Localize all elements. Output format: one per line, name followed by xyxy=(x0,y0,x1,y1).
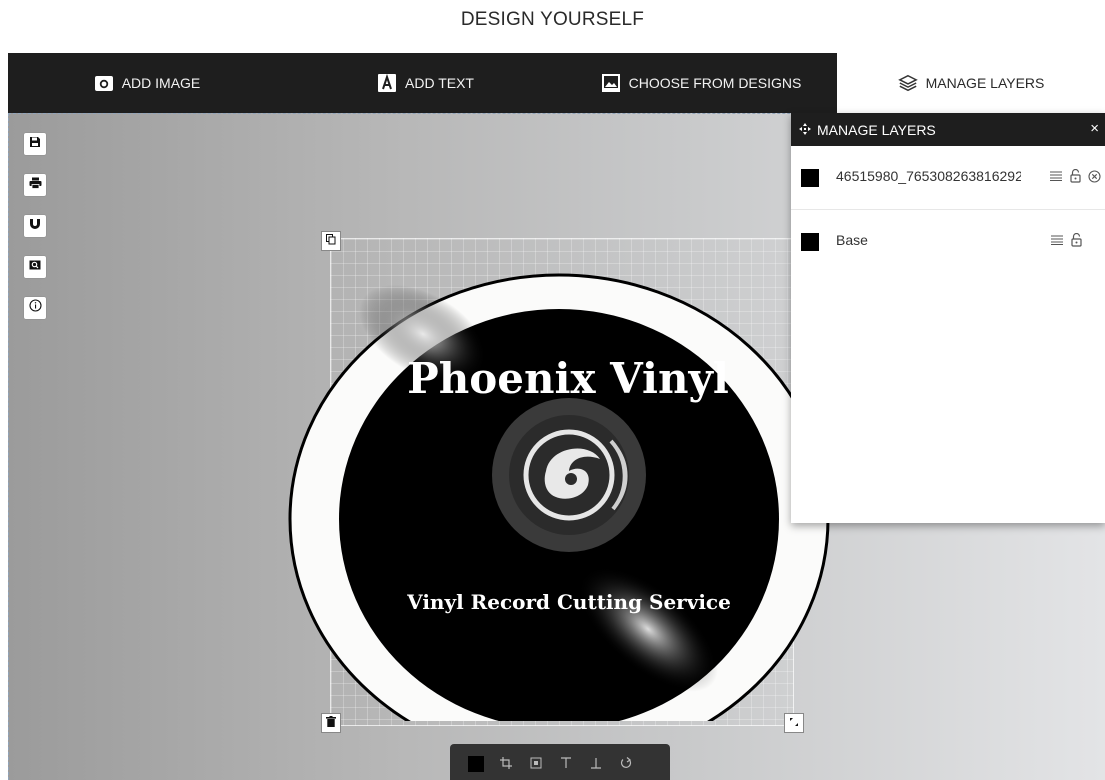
resize-handle[interactable] xyxy=(784,713,804,733)
layers-panel-header: MANAGE LAYERS × xyxy=(791,113,1105,146)
info-icon xyxy=(28,299,42,317)
remove-layer-icon[interactable] xyxy=(1087,168,1101,184)
design-title-text: Phoenix Vinyl xyxy=(407,354,729,403)
print-button[interactable] xyxy=(24,174,46,196)
align-top-icon xyxy=(560,756,572,772)
color-picker-button[interactable] xyxy=(468,756,484,772)
tab-add-text[interactable]: ADD TEXT xyxy=(286,53,565,113)
align-top-button[interactable] xyxy=(558,756,574,772)
reset-button[interactable] xyxy=(618,756,634,772)
tab-choose-from-designs[interactable]: CHOOSE FROM DESIGNS xyxy=(565,53,837,113)
camera-icon xyxy=(94,73,114,93)
layer-color-swatch xyxy=(801,169,819,187)
tab-add-text-label: ADD TEXT xyxy=(405,75,474,91)
element-toolbar xyxy=(450,744,670,780)
image-gallery-icon xyxy=(601,73,621,93)
align-bottom-button[interactable] xyxy=(588,756,604,772)
duplicate-icon xyxy=(326,232,336,250)
zoom-button[interactable] xyxy=(24,256,46,278)
resize-arrows-icon xyxy=(789,714,799,732)
canvas-border-left xyxy=(8,113,9,780)
reset-icon xyxy=(620,756,632,772)
tab-manage-layers-label: MANAGE LAYERS xyxy=(925,75,1045,91)
zoom-icon xyxy=(29,258,41,276)
layer-actions xyxy=(1050,232,1083,248)
drag-handle-icon[interactable] xyxy=(1049,168,1063,184)
delete-handle[interactable] xyxy=(321,713,341,733)
color-swatch xyxy=(468,756,484,772)
layer-name[interactable]: Base xyxy=(836,232,1021,248)
top-toolbar: ADD IMAGE ADD TEXT CHOOSE FROM DESIGNS M… xyxy=(8,53,1105,113)
layer-color-swatch xyxy=(801,233,819,251)
page-title: DESIGN YOURSELF xyxy=(460,9,645,30)
tab-add-image[interactable]: ADD IMAGE xyxy=(8,53,286,113)
save-icon xyxy=(29,135,41,153)
layer-row[interactable]: 46515980_765308263816292 xyxy=(791,146,1105,210)
tab-choose-from-designs-label: CHOOSE FROM DESIGNS xyxy=(628,75,802,91)
print-icon xyxy=(29,176,42,194)
design-subtitle-text: Vinyl Record Cutting Service xyxy=(406,590,731,614)
manage-layers-panel: MANAGE LAYERS × 46515980_765308263816292… xyxy=(791,113,1105,523)
drag-handle-icon[interactable] xyxy=(1050,232,1064,248)
snap-button[interactable] xyxy=(24,215,46,237)
tab-manage-layers[interactable]: MANAGE LAYERS xyxy=(837,53,1105,113)
tab-add-image-label: ADD IMAGE xyxy=(121,75,201,91)
layer-row[interactable]: Base xyxy=(791,210,1105,273)
center-icon xyxy=(530,757,542,772)
crop-button[interactable] xyxy=(498,756,514,772)
unlock-icon[interactable] xyxy=(1068,168,1082,184)
magnet-icon xyxy=(29,217,41,235)
layers-panel-title: MANAGE LAYERS xyxy=(817,121,936,138)
close-icon[interactable]: × xyxy=(1090,120,1099,137)
align-bottom-icon xyxy=(590,757,602,772)
vinyl-record-design[interactable]: Phoenix Vinyl Vinyl Record Cutting Servi… xyxy=(288,209,848,721)
save-button[interactable] xyxy=(24,133,46,155)
layer-name[interactable]: 46515980_765308263816292 xyxy=(836,168,1021,184)
duplicate-handle[interactable] xyxy=(321,231,341,251)
layer-actions xyxy=(1049,168,1101,184)
center-button[interactable] xyxy=(528,756,544,772)
side-toolbar xyxy=(24,133,46,319)
crop-icon xyxy=(500,756,512,772)
trash-icon xyxy=(326,714,336,732)
layers-icon xyxy=(897,73,918,93)
move-arrows-icon xyxy=(799,122,811,138)
info-button[interactable] xyxy=(24,297,46,319)
unlock-icon[interactable] xyxy=(1069,232,1083,248)
text-icon xyxy=(377,73,397,93)
